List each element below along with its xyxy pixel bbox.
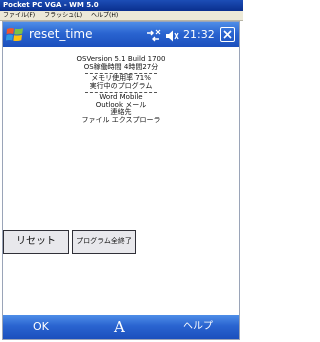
menu-help[interactable]: ヘルプ(H) — [91, 12, 118, 19]
clock[interactable]: 21:32 — [183, 28, 215, 41]
input-panel-button[interactable]: A — [114, 318, 125, 336]
softkey-bar: OK A ヘルプ — [3, 315, 239, 339]
menu-flash[interactable]: フラッシュ(L) — [44, 12, 82, 19]
connectivity-icon[interactable] — [145, 28, 161, 42]
os-uptime-text: OS稼働時間 4時間27分 — [83, 62, 159, 71]
ok-softkey[interactable]: OK — [33, 320, 49, 334]
program-list-item: ファイル エクスプローラ — [81, 115, 161, 124]
emulator-menubar: ファイル(F) フラッシュ(L) ヘルプ(H) — [0, 11, 243, 21]
close-icon — [223, 30, 232, 39]
menu-file[interactable]: ファイル(F) — [3, 12, 35, 19]
reset-button[interactable]: リセット — [3, 230, 69, 254]
exit-all-programs-button[interactable]: プログラム全終了 — [72, 230, 136, 254]
device-screen: reset_time 21:32 OSVersion 5.1 Build 170… — [2, 21, 240, 340]
close-button[interactable] — [220, 27, 235, 42]
volume-icon[interactable] — [165, 28, 179, 42]
help-softkey[interactable]: ヘルプ — [183, 320, 213, 334]
emulator-title: Pocket PC VGA - WM 5.0 — [0, 0, 243, 11]
app-title: reset_time — [29, 27, 93, 41]
emulator-window: Pocket PC VGA - WM 5.0 ファイル(F) フラッシュ(L) … — [0, 0, 243, 342]
windows-start-icon[interactable] — [5, 26, 24, 43]
navigation-bar: reset_time 21:32 — [3, 22, 239, 47]
system-info: OSVersion 5.1 Build 1700 OS稼働時間 4時間27分 メ… — [3, 55, 239, 124]
running-programs-header: 実行中のプログラム — [89, 81, 153, 90]
content-area: OSVersion 5.1 Build 1700 OS稼働時間 4時間27分 メ… — [3, 47, 239, 315]
